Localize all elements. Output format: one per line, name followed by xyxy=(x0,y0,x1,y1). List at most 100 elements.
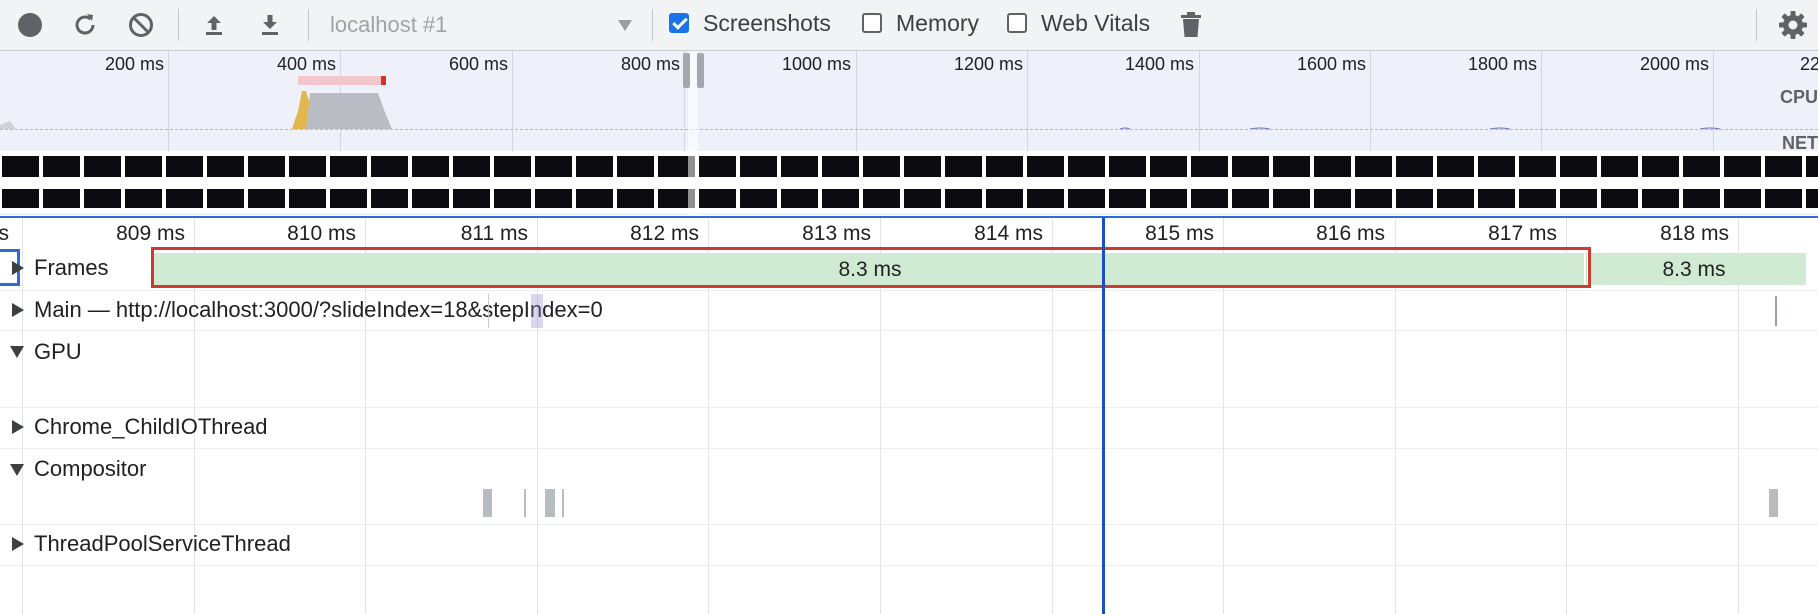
profile-select-value: localhost #1 xyxy=(330,12,448,37)
main-event-mark[interactable] xyxy=(488,294,489,328)
compositor-event[interactable] xyxy=(562,489,564,517)
frames-track-label[interactable]: Frames xyxy=(28,255,115,281)
web-vitals-checkbox[interactable] xyxy=(1007,13,1027,33)
screenshot-thumbnail[interactable] xyxy=(2,156,39,208)
screenshot-thumbnail[interactable] xyxy=(1273,156,1310,208)
ruler-tick: 814 ms xyxy=(974,222,1043,245)
child-io-thread-label[interactable]: Chrome_ChildIOThread xyxy=(34,414,268,440)
screenshot-thumbnail[interactable] xyxy=(494,156,531,208)
screenshot-thumbnail[interactable] xyxy=(248,156,285,208)
thread-pool-track-label[interactable]: ThreadPoolServiceThread xyxy=(34,531,291,557)
ruler-tick: 812 ms xyxy=(630,222,699,245)
main-event-mark[interactable] xyxy=(1775,296,1777,326)
toolbar-separator xyxy=(178,9,179,41)
compositor-event[interactable] xyxy=(1769,489,1778,517)
time-cursor[interactable] xyxy=(1102,218,1105,614)
screenshot-thumbnail[interactable] xyxy=(699,156,736,208)
screenshot-thumbnail[interactable] xyxy=(1232,156,1269,208)
gear-icon[interactable] xyxy=(1775,8,1811,42)
memory-label[interactable]: Memory xyxy=(896,10,979,37)
compositor-event[interactable] xyxy=(524,489,526,517)
screenshot-thumbnail[interactable] xyxy=(453,156,490,208)
track-divider xyxy=(0,330,1818,331)
collapse-triangle-icon[interactable] xyxy=(10,346,24,358)
upload-icon[interactable] xyxy=(196,8,232,42)
toolbar-separator xyxy=(1756,9,1757,41)
frame-duration-label: 8.3 ms xyxy=(1662,258,1726,281)
screenshot-thumbnail[interactable] xyxy=(1191,156,1228,208)
screenshot-thumbnail[interactable] xyxy=(1683,156,1720,208)
expand-triangle-icon[interactable] xyxy=(12,303,24,317)
screenshot-thumbnail[interactable] xyxy=(1806,156,1818,208)
screenshot-thumbnail[interactable] xyxy=(617,156,654,208)
screenshot-thumbnail[interactable] xyxy=(904,156,941,208)
screenshot-thumbnail[interactable] xyxy=(207,156,244,208)
screenshot-thumbnail[interactable] xyxy=(822,156,859,208)
expand-triangle-icon[interactable] xyxy=(12,537,24,551)
screenshot-strip[interactable] xyxy=(0,151,1818,213)
clear-icon[interactable] xyxy=(123,8,159,42)
screenshot-thumbnail[interactable] xyxy=(412,156,449,208)
screenshot-thumbnail[interactable] xyxy=(1068,156,1105,208)
screenshot-thumbnail[interactable] xyxy=(1437,156,1474,208)
screenshot-thumbnail[interactable] xyxy=(740,156,777,208)
compositor-event[interactable] xyxy=(545,489,555,517)
screenshot-thumbnail[interactable] xyxy=(1765,156,1802,208)
ruler-tick: 815 ms xyxy=(1145,222,1214,245)
expand-triangle-icon[interactable] xyxy=(12,261,24,275)
download-icon[interactable] xyxy=(252,8,288,42)
toolbar-separator xyxy=(308,9,309,41)
screenshot-thumbnail[interactable] xyxy=(371,156,408,208)
screenshot-thumbnail[interactable] xyxy=(43,156,80,208)
record-icon[interactable] xyxy=(12,8,48,42)
screenshot-thumbnail[interactable] xyxy=(1724,156,1761,208)
screenshot-thumbnail[interactable] xyxy=(166,156,203,208)
screenshot-thumbnail[interactable] xyxy=(1109,156,1146,208)
screenshot-thumbnail[interactable] xyxy=(576,156,613,208)
screenshot-thumbnail[interactable] xyxy=(781,156,818,208)
screenshot-thumbnail[interactable] xyxy=(1642,156,1679,208)
screenshot-thumbnail[interactable] xyxy=(945,156,982,208)
screenshot-thumbnail[interactable] xyxy=(1560,156,1597,208)
screenshots-label[interactable]: Screenshots xyxy=(703,10,831,37)
screenshot-thumbnail[interactable] xyxy=(1150,156,1187,208)
reload-icon[interactable] xyxy=(67,8,103,42)
main-track-label[interactable]: Main — http://localhost:3000/?slideIndex… xyxy=(34,297,603,323)
screenshot-thumbnail[interactable] xyxy=(1601,156,1638,208)
screenshot-thumbnail[interactable] xyxy=(863,156,900,208)
screenshot-thumbnail[interactable] xyxy=(1478,156,1515,208)
ruler-tick: 816 ms xyxy=(1316,222,1385,245)
screenshot-thumbnail[interactable] xyxy=(289,156,326,208)
selection-handle-left[interactable] xyxy=(683,53,690,88)
screenshot-thumbnail[interactable] xyxy=(84,156,121,208)
expand-triangle-icon[interactable] xyxy=(12,420,24,434)
screenshot-thumbnail[interactable] xyxy=(1314,156,1351,208)
selection-handle-right[interactable] xyxy=(697,53,704,88)
screenshots-checkbox[interactable] xyxy=(669,13,689,33)
performance-toolbar: localhost #1 Screenshots Memory Web Vita… xyxy=(0,0,1818,51)
screenshot-thumbnail[interactable] xyxy=(986,156,1023,208)
trash-icon[interactable] xyxy=(1173,8,1209,42)
track-divider xyxy=(0,448,1818,449)
screenshot-thumbnail[interactable] xyxy=(535,156,572,208)
memory-checkbox[interactable] xyxy=(862,13,882,33)
screenshot-thumbnail[interactable] xyxy=(1027,156,1064,208)
track-divider xyxy=(0,565,1818,566)
collapse-triangle-icon[interactable] xyxy=(10,464,24,476)
screenshot-thumbnail[interactable] xyxy=(1396,156,1433,208)
gpu-track-label[interactable]: GPU xyxy=(34,339,82,365)
toolbar-separator xyxy=(652,9,653,41)
compositor-track-label[interactable]: Compositor xyxy=(34,456,146,482)
main-event-mark[interactable] xyxy=(531,294,543,328)
ruler-tick: 817 ms xyxy=(1488,222,1557,245)
screenshot-thumbnail[interactable] xyxy=(1519,156,1556,208)
compositor-event[interactable] xyxy=(483,489,492,517)
web-vitals-label[interactable]: Web Vitals xyxy=(1041,10,1150,37)
screenshot-thumbnail[interactable] xyxy=(1355,156,1392,208)
profile-select[interactable]: localhost #1 xyxy=(320,10,638,40)
overview-baseline xyxy=(0,129,1818,130)
timeline-ruler: ıs 809 ms 810 ms 811 ms 812 ms 813 ms 81… xyxy=(0,216,1818,248)
timeline-overview[interactable]: 200 ms 400 ms 600 ms 800 ms 1000 ms 1200… xyxy=(0,51,1818,215)
screenshot-thumbnail[interactable] xyxy=(330,156,367,208)
screenshot-thumbnail[interactable] xyxy=(125,156,162,208)
